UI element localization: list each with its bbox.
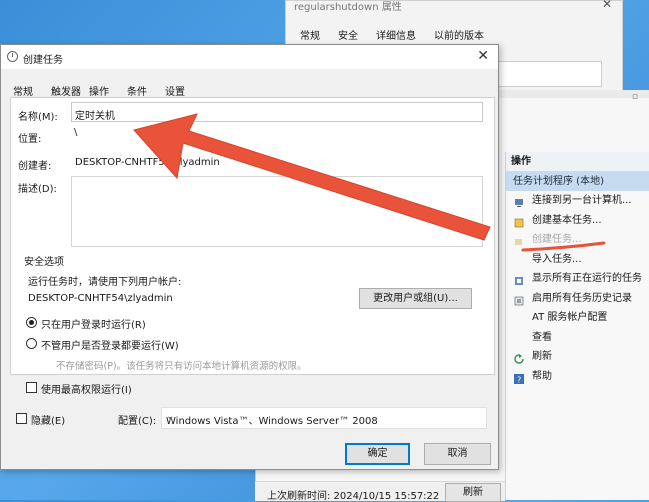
tab-actions[interactable]: 操作 bbox=[89, 83, 109, 98]
properties-tabs: 常规 安全 详细信息 以前的版本 bbox=[300, 27, 636, 45]
no-store-password-option[interactable]: 不存储密码(P)。该任务将只有访问本地计算机资源的权限。 bbox=[56, 358, 307, 372]
refresh-icon bbox=[514, 352, 524, 364]
history-icon bbox=[514, 294, 524, 305]
create-task-icon bbox=[514, 235, 524, 245]
ok-button[interactable]: 确定 bbox=[345, 443, 410, 465]
run-as-user: DESKTOP-CNHTF54\zlyadmin bbox=[28, 293, 173, 304]
cancel-button[interactable]: 取消 bbox=[424, 443, 491, 465]
highest-privileges-label: 使用最高权限运行(I) bbox=[41, 385, 132, 396]
running-tasks-icon bbox=[514, 274, 524, 285]
name-label: 名称(M): bbox=[18, 112, 58, 123]
author-value: DESKTOP-CNHTF54\zlyadmin bbox=[75, 157, 220, 168]
window-control-icon[interactable]: ▫ bbox=[632, 92, 638, 102]
tab-general[interactable]: 常规 bbox=[13, 83, 33, 98]
configure-select[interactable]: Windows Vista™、Windows Server™ 2008 ⌄ bbox=[161, 407, 487, 429]
action-create-basic-task[interactable]: 创建基本任务... bbox=[506, 211, 649, 231]
radio-logged-on-label: 只在用户登录时运行(R) bbox=[41, 320, 146, 331]
security-options-header: 安全选项 bbox=[24, 257, 64, 268]
action-connect-computer[interactable]: 连接到另一台计算机... bbox=[506, 191, 649, 211]
action-import-task[interactable]: 导入任务... bbox=[506, 250, 649, 270]
action-label: 帮助 bbox=[532, 370, 552, 382]
location-label: 位置: bbox=[18, 134, 42, 145]
tab-security[interactable]: 安全 bbox=[338, 27, 358, 45]
action-label: 启用所有任务历史记录 bbox=[532, 292, 632, 304]
dialog-title: 创建任务 bbox=[23, 55, 63, 66]
action-label: 连接到另一台计算机... bbox=[532, 195, 632, 206]
chevron-down-icon: ⌄ bbox=[166, 411, 175, 422]
tab-previous-versions[interactable]: 以前的版本 bbox=[434, 27, 484, 45]
action-label: 创建基本任务... bbox=[532, 214, 602, 226]
action-label: AT 服务帐户配置 bbox=[532, 312, 608, 323]
description-label: 描述(D): bbox=[18, 184, 57, 195]
action-enable-history[interactable]: 启用所有任务历史记录 bbox=[506, 289, 649, 309]
properties-window-title: regularshutdown 属性 bbox=[294, 2, 402, 13]
author-label: 创建者: bbox=[18, 161, 52, 172]
location-value: \ bbox=[74, 127, 78, 138]
action-show-running-tasks[interactable]: 显示所有正在运行的任务 bbox=[506, 269, 649, 289]
tab-details[interactable]: 详细信息 bbox=[376, 27, 416, 45]
basic-task-icon bbox=[514, 216, 524, 227]
dialog-titlebar: 创建任务 ✕ bbox=[1, 45, 498, 69]
action-label: 刷新 bbox=[532, 351, 552, 362]
action-label: 创建任务... bbox=[532, 234, 582, 245]
hidden-checkbox[interactable] bbox=[16, 413, 27, 424]
tab-general[interactable]: 常规 bbox=[300, 27, 320, 45]
status-bar: 上次刷新时间: 2024/10/15 15:57:22 刷新 bbox=[255, 481, 505, 502]
computer-icon bbox=[514, 196, 524, 207]
hidden-label: 隐藏(E) bbox=[31, 416, 66, 427]
action-help[interactable]: ? 帮助 bbox=[506, 367, 649, 387]
change-user-button[interactable]: 更改用户或组(U)... bbox=[359, 288, 472, 309]
action-refresh[interactable]: 刷新 bbox=[506, 347, 649, 367]
action-view[interactable]: 查看 bbox=[506, 328, 649, 348]
radio-whether-logged-on[interactable] bbox=[26, 338, 37, 349]
dialog-tabs: 常规 触发器 操作 条件 设置 bbox=[1, 79, 498, 98]
svg-text:?: ? bbox=[517, 375, 521, 384]
radio-logged-on[interactable] bbox=[26, 317, 37, 328]
action-label: 导入任务... bbox=[532, 253, 582, 265]
configure-label: 配置(C): bbox=[118, 416, 157, 427]
help-icon: ? bbox=[514, 372, 524, 384]
task-name-input[interactable]: 定时关机 bbox=[71, 102, 483, 122]
actions-subheader[interactable]: 任务计划程序 (本地) bbox=[506, 172, 649, 191]
tab-conditions[interactable]: 条件 bbox=[127, 83, 147, 98]
action-label: 显示所有正在运行的任务 bbox=[532, 273, 642, 284]
radio-whether-logged-on-label: 不管用户是否登录都要运行(W) bbox=[41, 341, 179, 352]
create-task-dialog: 创建任务 ✕ 常规 触发器 操作 条件 设置 名称(M): 定时关机 位置: \… bbox=[0, 44, 499, 470]
action-at-service-config[interactable]: AT 服务帐户配置 bbox=[506, 308, 649, 328]
tab-triggers[interactable]: 触发器 bbox=[51, 83, 81, 98]
action-label: 查看 bbox=[532, 331, 552, 343]
action-create-task[interactable]: 创建任务... bbox=[506, 230, 649, 250]
close-icon[interactable]: ✕ bbox=[602, 0, 612, 11]
task-name-value: 定时关机 bbox=[75, 111, 115, 122]
clock-icon bbox=[7, 51, 18, 62]
description-textarea[interactable] bbox=[71, 176, 483, 247]
tab-settings[interactable]: 设置 bbox=[165, 83, 185, 98]
run-as-prompt: 运行任务时，请使用下列用户帐户: bbox=[28, 277, 182, 288]
refresh-button[interactable]: 刷新 bbox=[445, 483, 501, 502]
close-icon[interactable]: ✕ bbox=[477, 48, 489, 64]
highest-privileges-checkbox[interactable] bbox=[26, 382, 37, 393]
actions-panel: 操作 任务计划程序 (本地) 连接到另一台计算机... 创建基本任务... 创建… bbox=[505, 152, 649, 500]
actions-header: 操作 bbox=[506, 152, 649, 172]
